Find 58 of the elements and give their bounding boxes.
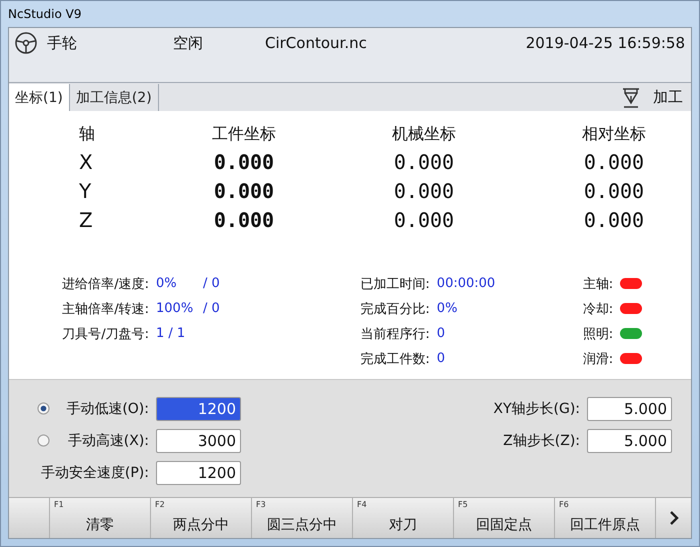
field-label: Z轴步长(Z): — [502, 432, 581, 450]
status-value: 0% — [156, 276, 178, 291]
field-label: 手动高速(X): — [66, 432, 150, 450]
machine-state: 空闲 — [173, 33, 204, 54]
process-button[interactable]: 加工 — [615, 84, 691, 111]
mode-label: 手轮 — [47, 33, 78, 54]
step-field[interactable]: 5.000 — [587, 428, 672, 452]
coordinate-value: 0.000 — [212, 178, 276, 205]
status-value: / 0 — [203, 301, 220, 316]
file-name: CirContour.nc — [265, 33, 368, 54]
step-field[interactable]: 5.000 — [587, 396, 672, 420]
indicator-label: 冷却: — [582, 300, 614, 318]
coordinate-value: 0.000 — [212, 207, 276, 234]
coordinate-value: 0.000 — [392, 149, 456, 176]
indicator-label: 润滑: — [582, 350, 614, 368]
column-header: 相对坐标 — [581, 123, 647, 145]
coordinate-value: 0.000 — [212, 149, 276, 176]
status-value: 0 — [436, 351, 446, 366]
status-value: 0 — [436, 326, 446, 341]
status-label: 刀具号/刀盘号: — [61, 326, 150, 342]
status-label: 进给倍率/速度: — [61, 276, 150, 292]
speed-field[interactable]: 1200 — [156, 460, 241, 484]
speed-field[interactable]: 3000 — [156, 428, 241, 452]
coordinate-value: 0.000 — [392, 207, 456, 234]
indicator-label: 主轴: — [582, 276, 614, 292]
radio-button[interactable] — [37, 434, 50, 447]
status-value: 100% — [156, 301, 194, 316]
status-label: 完成百分比: — [359, 300, 431, 318]
field-label: 手动低速(O): — [65, 400, 150, 418]
status-label: 完成工件数: — [359, 350, 431, 368]
coordinate-value: 0.000 — [582, 178, 646, 205]
speed-field[interactable]: 1200 — [156, 396, 241, 420]
spindle-icon — [621, 86, 641, 108]
window-title: NcStudio V9 — [8, 7, 82, 21]
status-value: 00:00:00 — [436, 276, 496, 291]
tab[interactable]: 坐标(1) — [9, 84, 70, 111]
field-label: XY轴步长(G): — [492, 400, 581, 418]
axis-label: Y — [78, 178, 92, 205]
radio-button[interactable] — [37, 402, 50, 415]
status-label: 主轴倍率/转速: — [61, 300, 150, 318]
axis-label: Z — [78, 207, 94, 234]
status-value: / 0 — [203, 276, 220, 291]
steering-wheel-icon — [15, 32, 37, 54]
coordinate-value: 0.000 — [582, 207, 646, 234]
status-value: 1 / 1 — [156, 326, 186, 341]
column-header: 工件坐标 — [211, 123, 277, 145]
column-header: 轴 — [78, 123, 96, 145]
axis-label: X — [78, 149, 94, 176]
column-header: 机械坐标 — [391, 123, 457, 145]
chevron-right-icon — [668, 510, 680, 526]
status-label: 已加工时间: — [359, 276, 431, 292]
status-label: 当前程序行: — [359, 326, 431, 342]
coordinate-value: 0.000 — [392, 178, 456, 205]
status-value: 0% — [436, 301, 458, 316]
date-time: 2019-04-25 16:59:58 — [526, 33, 685, 54]
indicator-label: 照明: — [582, 326, 614, 342]
field-label: 手动安全速度(P): — [40, 464, 150, 482]
coordinate-value: 0.000 — [582, 149, 646, 176]
